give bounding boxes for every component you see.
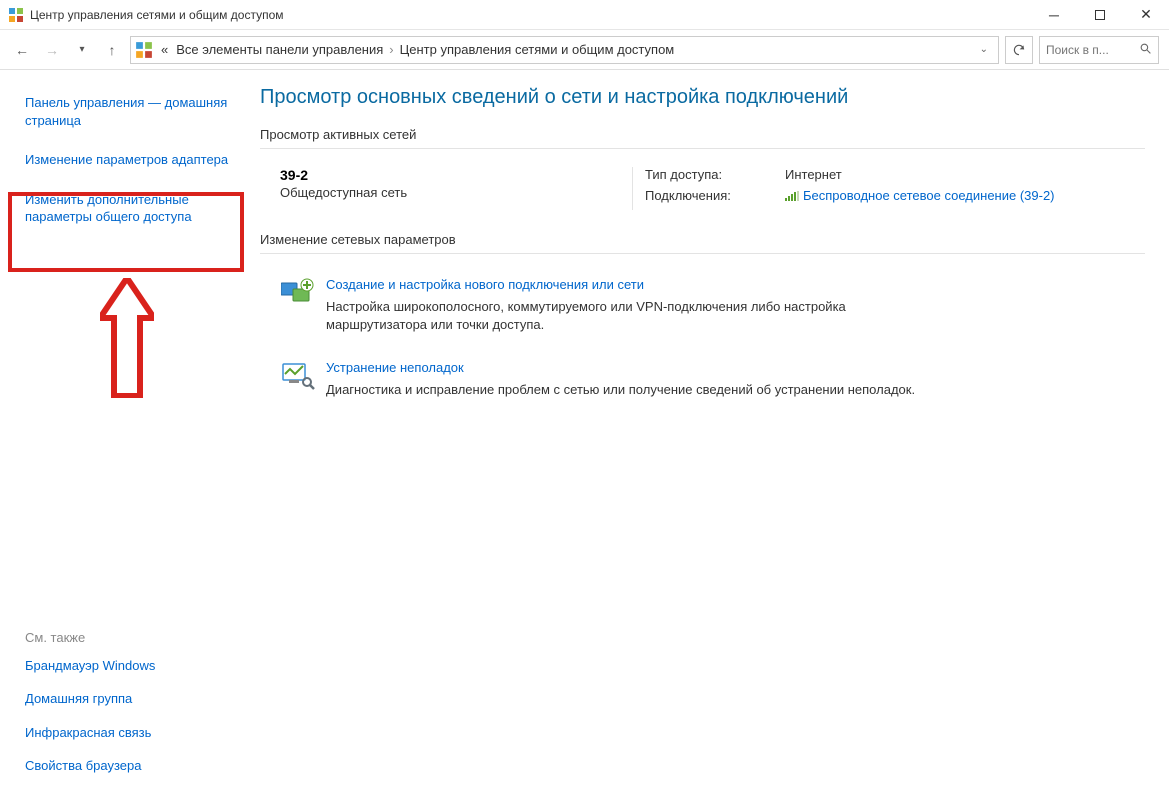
- breadcrumb-separator: ›: [387, 42, 395, 57]
- connection-link-text: Беспроводное сетевое соединение (39-2): [803, 188, 1055, 203]
- see-also-firewall[interactable]: Брандмауэр Windows: [25, 653, 155, 679]
- search-icon[interactable]: [1139, 42, 1152, 58]
- titlebar: Центр управления сетями и общим доступом…: [0, 0, 1169, 30]
- toolbar: ← → ▾ ↑ « Все элементы панели управления…: [0, 30, 1169, 70]
- troubleshoot-icon: [280, 357, 316, 393]
- network-name: 39-2: [280, 167, 620, 183]
- new-connection-icon: [280, 274, 316, 310]
- window-icon: [8, 7, 24, 23]
- network-type: Общедоступная сеть: [280, 185, 620, 200]
- breadcrumb-prefix[interactable]: «: [157, 42, 172, 57]
- active-network-row: 39-2 Общедоступная сеть Тип доступа: Инт…: [260, 163, 1145, 232]
- wifi-signal-icon: [785, 189, 799, 204]
- connection-link[interactable]: Беспроводное сетевое соединение (39-2): [785, 188, 1055, 203]
- sidebar-advanced-link[interactable]: Изменить дополнительные параметры общего…: [25, 187, 240, 230]
- window-title: Центр управления сетями и общим доступом: [30, 8, 284, 22]
- see-also-browser[interactable]: Свойства браузера: [25, 753, 155, 779]
- sidebar-home-link[interactable]: Панель управления — домашняя страница: [25, 90, 240, 133]
- sidebar-adapter-link[interactable]: Изменение параметров адаптера: [25, 147, 240, 173]
- task-new-connection: Создание и настройка нового подключения …: [260, 268, 1145, 351]
- control-panel-icon: [135, 41, 153, 59]
- see-also-homegroup[interactable]: Домашняя группа: [25, 686, 155, 712]
- up-button[interactable]: ↑: [100, 38, 124, 62]
- search-box[interactable]: [1039, 36, 1159, 64]
- see-also-label: См. также: [25, 630, 155, 645]
- task-troubleshoot-desc: Диагностика и исправление проблем с сеть…: [326, 381, 915, 399]
- see-also-section: См. также Брандмауэр Windows Домашняя гр…: [25, 630, 155, 779]
- window-controls: ─ ✕: [1031, 0, 1169, 30]
- highlight-arrow: [100, 278, 154, 398]
- history-dropdown[interactable]: ▾: [70, 38, 94, 62]
- task-troubleshoot-link[interactable]: Устранение неполадок: [326, 360, 464, 375]
- breadcrumb-item-network[interactable]: Центр управления сетями и общим доступом: [396, 42, 679, 57]
- connections-label: Подключения:: [645, 188, 785, 204]
- see-also-infrared[interactable]: Инфракрасная связь: [25, 720, 155, 746]
- breadcrumb-item-all[interactable]: Все элементы панели управления: [172, 42, 387, 57]
- address-bar[interactable]: « Все элементы панели управления › Центр…: [130, 36, 999, 64]
- address-dropdown-icon[interactable]: ⌄: [974, 44, 994, 55]
- sidebar: Панель управления — домашняя страница Из…: [0, 70, 250, 789]
- change-settings-label: Изменение сетевых параметров: [260, 232, 1145, 254]
- task-new-connection-desc: Настройка широкополосного, коммутируемог…: [326, 298, 946, 334]
- maximize-button[interactable]: [1077, 0, 1123, 30]
- back-button[interactable]: ←: [10, 38, 34, 62]
- access-type-label: Тип доступа:: [645, 167, 785, 182]
- refresh-button[interactable]: [1005, 36, 1033, 64]
- page-title: Просмотр основных сведений о сети и наст…: [260, 86, 1145, 109]
- main-content: Просмотр основных сведений о сети и наст…: [250, 70, 1169, 789]
- access-type-value: Интернет: [785, 167, 842, 182]
- forward-button[interactable]: →: [40, 38, 64, 62]
- active-networks-label: Просмотр активных сетей: [260, 127, 1145, 149]
- minimize-button[interactable]: ─: [1031, 0, 1077, 30]
- search-input[interactable]: [1046, 43, 1126, 57]
- task-new-connection-link[interactable]: Создание и настройка нового подключения …: [326, 277, 644, 292]
- task-troubleshoot: Устранение неполадок Диагностика и испра…: [260, 351, 1145, 415]
- close-button[interactable]: ✕: [1123, 0, 1169, 30]
- divider: [632, 167, 633, 210]
